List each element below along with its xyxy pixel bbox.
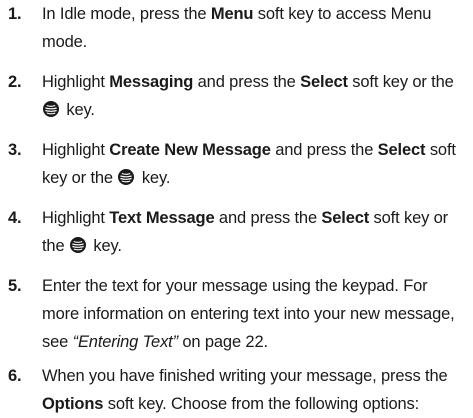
- step-2: 2. Highlight Messaging and press the Sel…: [0, 68, 473, 127]
- bold-term: Options: [42, 395, 104, 413]
- step-number: 1.: [8, 5, 22, 23]
- line-text: In Idle mode, press the: [42, 5, 211, 23]
- line-text: soft: [425, 141, 456, 159]
- step-6: 6. When you have finished writing your m…: [0, 362, 473, 418]
- bold-term: Select: [377, 141, 426, 159]
- step-line: see “Entering Text” on page 22.: [42, 328, 473, 356]
- line-text: soft key to access Menu: [253, 5, 432, 23]
- line-text: more information on entering text into y…: [42, 305, 455, 323]
- bold-term: Menu: [210, 5, 254, 23]
- step-number: 6.: [8, 367, 22, 385]
- line-text: When you have finished writing your mess…: [42, 367, 448, 385]
- line-text: key or the: [42, 169, 118, 187]
- line-text: Highlight: [42, 141, 110, 159]
- step-line: Options soft key. Choose from the follow…: [42, 390, 473, 418]
- line-text: see: [42, 333, 73, 351]
- line-text: key.: [62, 101, 95, 119]
- step-line: key.: [42, 96, 473, 127]
- step-line: Enter the text for your message using th…: [42, 272, 473, 300]
- cross-reference: “Entering Text”: [72, 333, 179, 351]
- step-number: 3.: [8, 141, 22, 159]
- step-line: mode.: [42, 28, 473, 56]
- bold-term: Messaging: [109, 73, 194, 91]
- line-text: Enter the text for your message using th…: [42, 277, 428, 295]
- line-text: Highlight: [42, 209, 110, 227]
- step-4: 4. Highlight Text Message and press the …: [0, 204, 473, 263]
- line-text: and press the: [270, 141, 378, 159]
- step-number: 4.: [8, 209, 22, 227]
- line-text: and press the: [193, 73, 301, 91]
- step-3: 3. Highlight Create New Message and pres…: [0, 136, 473, 195]
- line-text: mode.: [42, 33, 88, 51]
- step-5: 5. Enter the text for your message using…: [0, 272, 473, 356]
- step-number: 2.: [8, 73, 22, 91]
- step-line: the key.: [42, 232, 473, 263]
- step-number: 5.: [8, 277, 22, 295]
- bold-term: Select: [321, 209, 370, 227]
- ok-key-icon: [42, 99, 60, 127]
- step-line: Highlight Create New Message and press t…: [42, 136, 473, 164]
- ok-key-icon: [69, 235, 87, 263]
- line-text: the: [42, 237, 69, 255]
- step-line: key or the key.: [42, 164, 473, 195]
- step-line: In Idle mode, press the Menu soft key to…: [42, 0, 473, 28]
- step-line: more information on entering text into y…: [42, 300, 473, 328]
- ok-key-icon: [117, 167, 135, 195]
- step-line: When you have finished writing your mess…: [42, 362, 473, 390]
- manual-page: 1. In Idle mode, press the Menu soft key…: [0, 0, 473, 418]
- line-text: on page 22.: [177, 333, 268, 351]
- line-text: Highlight: [42, 73, 110, 91]
- line-text: soft key or the: [347, 73, 454, 91]
- step-line: Highlight Text Message and press the Sel…: [42, 204, 473, 232]
- line-text: and press the: [214, 209, 322, 227]
- line-text: key.: [137, 169, 171, 187]
- bold-term: Create New Message: [109, 141, 271, 159]
- step-1: 1. In Idle mode, press the Menu soft key…: [0, 0, 473, 56]
- step-line: Highlight Messaging and press the Select…: [42, 68, 473, 96]
- line-text: soft key or: [369, 209, 449, 227]
- bold-term: Text Message: [109, 209, 215, 227]
- line-text: soft key. Choose from the following opti…: [103, 395, 420, 413]
- bold-term: Select: [300, 73, 348, 91]
- line-text: key.: [88, 237, 122, 255]
